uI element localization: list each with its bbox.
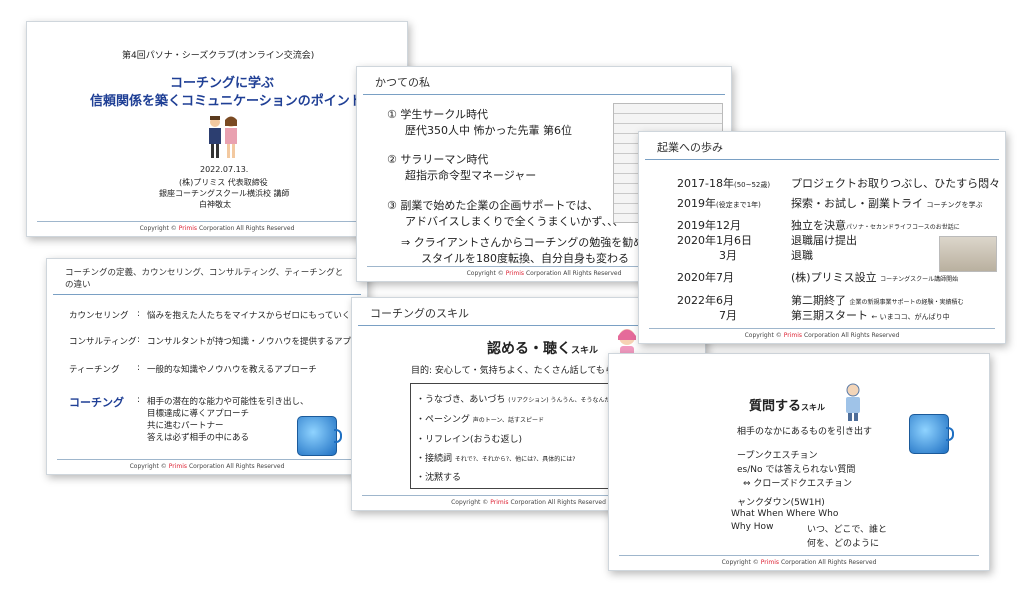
slide-header: かつての私 — [363, 67, 725, 95]
timeline-text-7: 第二期終了 企業の新規事業サポートの経験・実績積む — [791, 294, 964, 307]
skill-conjunctions: ・接続詞 それで?、それから?、他には?、具体的には? — [416, 454, 576, 464]
slide-question-skill: 質問するスキル 相手のなかにあるものを引き出す ープンクエスチョン es/No … — [608, 353, 990, 571]
timeline-date-5: 3月 — [719, 249, 737, 262]
timeline-text-3: 独立を決意パソナ・セカンドライフコースのお世話に — [791, 219, 960, 232]
slide-footer: Copyright © Primis Corporation All Right… — [649, 328, 995, 339]
presenter-title: (株)プリミス 代表取締役 — [179, 178, 268, 187]
date: 2022.07.13. — [200, 165, 249, 174]
timeline-text-5: 退職 — [791, 249, 813, 262]
teaching-label: ティーチング — [69, 365, 120, 375]
purpose-text: 目的: 安心して・気持ちよく、たくさん話してもらう — [411, 366, 623, 376]
colon: : — [137, 395, 140, 405]
timeline-text-6: (株)プリミス設立 コーチングスクール講師開始 — [791, 271, 959, 284]
timeline-date-7: 2022年6月 — [677, 294, 734, 307]
brain-icon — [909, 414, 954, 454]
coaching-text-2: 目標達成に導くアプローチ — [147, 409, 250, 419]
item-3-heading: ③ 副業で始めた企業の企画サポートでは、 — [387, 199, 599, 212]
colon: : — [137, 309, 140, 319]
5w1h-jp-2: 何を、どのように — [807, 539, 880, 549]
5w1h-jp-1: いつ、どこで、誰と — [807, 525, 888, 535]
skill-pacing: ・ペーシング 声のトーン、話すスピード — [416, 415, 545, 425]
counseling-text: 悩みを抱えた人たちをマイナスからゼロにもっていくア — [147, 311, 359, 321]
timeline-date-3: 2019年12月 — [677, 219, 741, 232]
colon: : — [137, 335, 140, 345]
item-2-heading: ② サラリーマン時代 — [387, 153, 489, 166]
slide-footer: Copyright © Primis Corporation All Right… — [619, 555, 979, 566]
timeline-text-8: 第三期スタート ← いまココ、がんばり中 — [791, 309, 950, 322]
slide-definitions: コーチングの定義、カウンセリング、コンサルティング、ティーチングとの違い カウン… — [46, 258, 368, 475]
item-1-detail: 歴代350人中 怖かった先輩 第6位 — [405, 124, 572, 137]
coaching-label: コーチング — [69, 396, 124, 409]
slide-footer: Copyright © Primis Corporation All Right… — [57, 459, 357, 470]
slide-header: 起業への歩み — [645, 132, 999, 160]
timeline-date-2: 2019年(役定まで1年) — [677, 197, 761, 210]
timeline-date-4: 2020年1月6日 — [677, 234, 752, 247]
title-line-1: コーチングに学ぶ — [170, 76, 275, 91]
slide-startup-timeline: 起業への歩み 2017-18年(50~52歳) プロジェクトお取りつぶし、ひたす… — [638, 131, 1006, 344]
event-name: 第4回パソナ・シーズクラブ(オンライン交流会) — [122, 51, 315, 61]
teaching-text: 一般的な知識やノウハウを教えるアプローチ — [147, 365, 317, 375]
man-illustration — [846, 383, 860, 421]
skill-silence: ・沈黙する — [416, 473, 462, 483]
item-2-detail: 超指示命令型マネージャー — [405, 169, 537, 182]
presenter-school: 銀座コーチングスクール横浜校 講師 — [159, 189, 290, 198]
consulting-label: コンサルティング — [69, 337, 137, 347]
group-photo — [939, 236, 997, 272]
5w-list: What When Where Who — [731, 509, 839, 519]
coaching-text-4: 答えは必ず相手の中にある — [147, 433, 250, 443]
open-question: ープンクエスチョン — [737, 451, 818, 461]
item-4-heading: ⇒ クライアントさんからコーチングの勉強を勧めら — [401, 236, 656, 249]
chunk-down: ャンクダウン(5W1H) — [737, 498, 825, 508]
subtitle: 相手のなかにあるものを引き出す — [737, 427, 873, 437]
item-4-detail: スタイルを180度転換、自分自身も変わる — [421, 252, 629, 265]
coaching-text-3: 共に進むパートナー — [147, 421, 224, 431]
item-1-heading: ① 学生サークル時代 — [387, 108, 489, 121]
timeline-text-4: 退職届け提出 — [791, 234, 857, 247]
1h-list: Why How — [731, 522, 774, 532]
couple-illustration — [209, 116, 237, 158]
skill-title: 質問するスキル — [749, 399, 826, 414]
closed-question: ⇔ クローズドクエスチョン — [743, 479, 852, 489]
item-3-detail: アドバイスしまくりで全くうまくいかず、、、 — [405, 215, 624, 228]
slide-header: コーチングの定義、カウンセリング、コンサルティング、ティーチングとの違い — [53, 259, 361, 295]
consulting-text: コンサルタントが持つ知識・ノウハウを提供するアプ — [147, 337, 352, 347]
slide-footer: Copyright © Primis Corporation All Right… — [37, 221, 397, 232]
skill-title: 認める・聴くスキル — [487, 341, 599, 357]
timeline-date-6: 2020年7月 — [677, 271, 734, 284]
skill-refrain: ・リフレイン(おうむ返し) — [416, 435, 523, 445]
counseling-label: カウンセリング — [69, 311, 129, 321]
timeline-date-1: 2017-18年(50~52歳) — [677, 177, 771, 190]
open-question-desc: es/No では答えられない質問 — [737, 465, 856, 475]
timeline-date-8: 7月 — [719, 309, 737, 322]
timeline-text-1: プロジェクトお取りつぶし、ひたすら悶々 — [791, 177, 1001, 190]
brain-icon — [297, 416, 342, 456]
title-line-2: 信頼関係を築くコミュニケーションのポイント — [90, 94, 363, 109]
skill-nodding: ・うなづき、あいづち (リアクション) うんうん、そうなんだ、なるほど — [416, 395, 641, 405]
colon: : — [137, 363, 140, 373]
coaching-text-1: 相手の潜在的な能力や可能性を引き出し、 — [147, 397, 309, 407]
presenter-name: 白神敬太 — [199, 200, 231, 209]
slide-title: 第4回パソナ・シーズクラブ(オンライン交流会) コーチングに学ぶ 信頼関係を築く… — [26, 21, 408, 237]
timeline-text-2: 探索・お試し・副業トライ コーチングを学ぶ — [791, 197, 983, 210]
